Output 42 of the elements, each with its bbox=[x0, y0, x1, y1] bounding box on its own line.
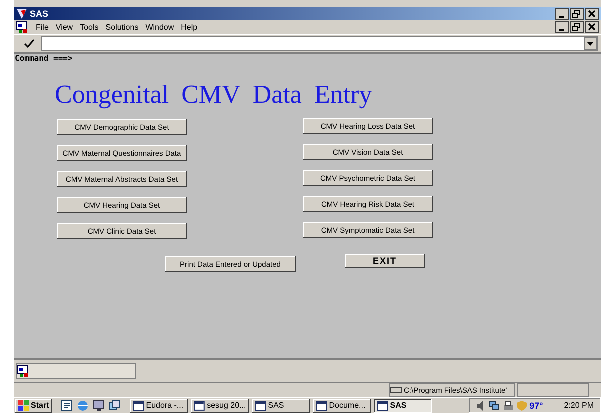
window-stack-icon[interactable] bbox=[109, 400, 122, 412]
speaker-icon[interactable] bbox=[476, 400, 486, 410]
windows-logo-icon bbox=[18, 400, 29, 411]
taskbar-button[interactable]: SAS bbox=[374, 398, 432, 412]
window-icon bbox=[194, 400, 206, 410]
taskbar-button[interactable]: sesug 20... bbox=[191, 398, 250, 412]
clock: 2:20 PM bbox=[564, 401, 594, 410]
sas-logo-icon bbox=[16, 8, 28, 20]
menu-item[interactable]: Tools bbox=[80, 22, 99, 32]
menu-item[interactable]: Window bbox=[146, 22, 174, 32]
restore-icon[interactable] bbox=[570, 8, 584, 20]
monitor-icon[interactable] bbox=[93, 400, 106, 412]
window-icon bbox=[133, 400, 144, 410]
menu-item[interactable]: File bbox=[36, 22, 49, 32]
window-icon bbox=[316, 400, 328, 410]
checkmark-icon[interactable] bbox=[23, 38, 37, 50]
notepad-icon[interactable] bbox=[61, 400, 74, 412]
printer-icon[interactable] bbox=[502, 400, 514, 410]
app-icon bbox=[17, 364, 30, 378]
exit-button[interactable]: EXIT bbox=[345, 254, 425, 268]
drive-icon bbox=[390, 386, 402, 394]
app-title: Congenital CMV Data Entry bbox=[55, 80, 374, 110]
network-icon[interactable] bbox=[488, 400, 500, 410]
command-field[interactable] bbox=[41, 36, 598, 51]
restore-icon[interactable] bbox=[570, 21, 584, 33]
menu-item[interactable]: View bbox=[56, 22, 74, 32]
temperature: 97° bbox=[530, 400, 544, 410]
menu-item[interactable]: Solutions bbox=[106, 22, 139, 32]
window-title: SAS bbox=[30, 8, 49, 18]
close-icon[interactable] bbox=[585, 8, 599, 20]
minimize-icon[interactable] bbox=[555, 8, 569, 20]
window-icon bbox=[377, 400, 388, 410]
taskbar-button[interactable]: Docume... bbox=[313, 398, 372, 412]
taskbar-button[interactable]: Eudora -... bbox=[130, 398, 188, 412]
start-button[interactable]: Start bbox=[15, 398, 52, 412]
taskbar-button[interactable]: SAS bbox=[252, 398, 310, 412]
command-prompt: Command ===> bbox=[14, 54, 74, 63]
close-icon[interactable] bbox=[585, 21, 599, 33]
window-icon bbox=[255, 400, 266, 410]
app-icon[interactable] bbox=[16, 20, 29, 34]
menu-item[interactable]: Help bbox=[181, 22, 198, 32]
minimize-icon[interactable] bbox=[555, 21, 569, 33]
